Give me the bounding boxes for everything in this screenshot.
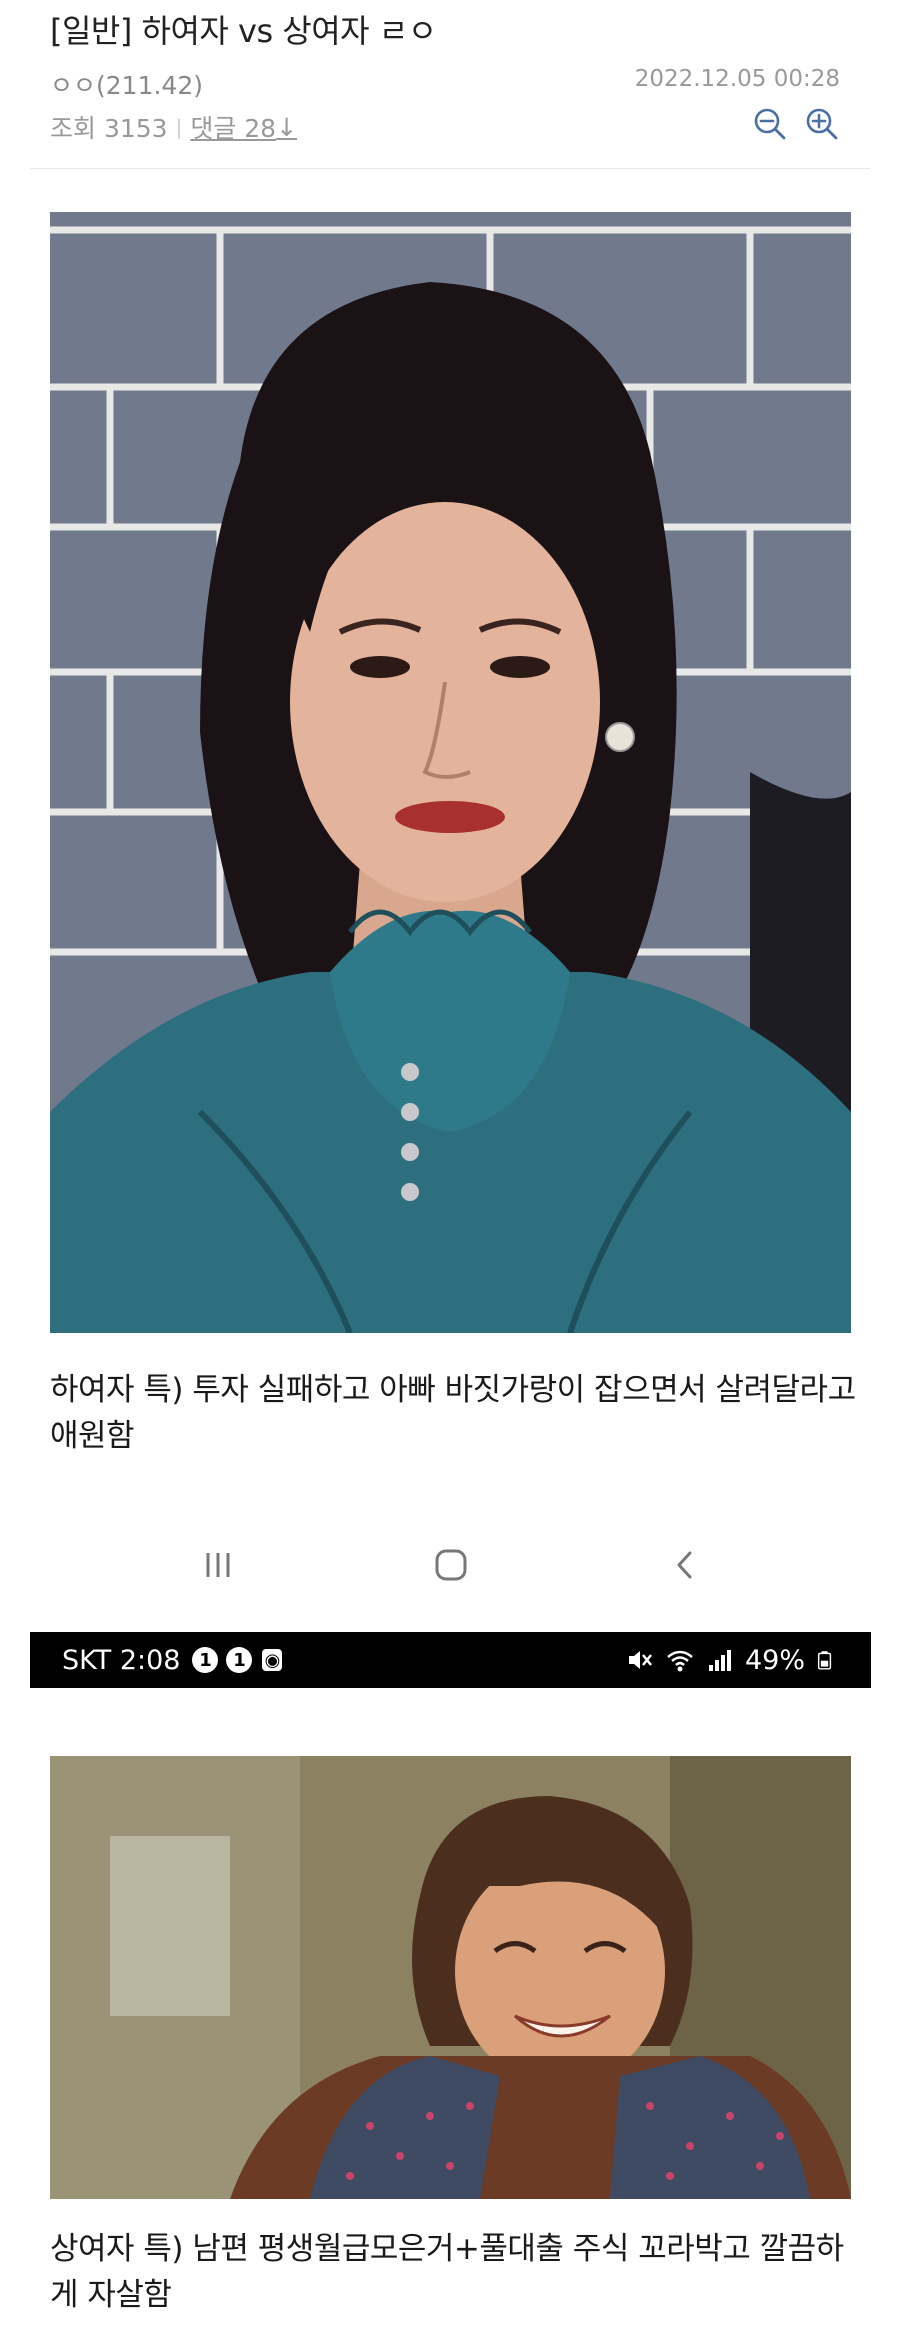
camera-notification-icon: ◉: [262, 1649, 283, 1671]
header-divider: [30, 168, 870, 169]
smiling-woman-image: [50, 1756, 851, 2199]
post-author[interactable]: ㅇㅇ(211.42): [50, 66, 203, 102]
arrow-down-icon: ↓: [276, 112, 298, 142]
zoom-out-icon: [754, 108, 786, 140]
notification-badge-icon: 1: [226, 1647, 253, 1673]
image-caption-2: 상여자 특) 남편 평생월급모은거+풀대출 주식 꼬라박고 깔끔하게 자살함: [50, 2231, 844, 2313]
post-title: [일반] 하여자 vs 상여자 ㄹㅇ: [50, 12, 437, 50]
back-icon: [677, 1551, 692, 1579]
zoom-in-icon: [806, 108, 838, 140]
woman-portrait-image: [50, 212, 851, 1333]
post-date: 2022.12.05 00:28: [634, 66, 840, 92]
recent-apps-icon: [206, 1553, 230, 1577]
post-image-1[interactable]: [50, 212, 851, 1333]
home-icon: [435, 1549, 467, 1581]
carrier-time: SKT 2:08: [62, 1644, 181, 1676]
recent-apps-button[interactable]: [188, 1540, 248, 1590]
notification-badge-icon: 1: [192, 1647, 219, 1673]
wifi-icon: [667, 1650, 693, 1672]
meta-separator: |: [175, 115, 183, 139]
zoom-in-button[interactable]: [802, 104, 842, 144]
mute-icon: [628, 1651, 652, 1669]
zoom-out-button[interactable]: [750, 104, 790, 144]
home-button[interactable]: [421, 1540, 481, 1590]
android-nav-bar: [0, 1530, 900, 1600]
signal-icon: [708, 1650, 731, 1671]
back-button[interactable]: [655, 1540, 715, 1590]
view-count: 조회 3153: [50, 114, 168, 143]
image-caption-1: 하여자 특) 투자 실패하고 아빠 바짓가랑이 잡으면서 살려달라고 애원함: [50, 1372, 856, 1454]
post-meta: 조회 3153 | 댓글 28 ↓: [50, 109, 297, 145]
battery-icon: [817, 1651, 832, 1670]
comments-link[interactable]: 댓글 28 ↓: [190, 109, 297, 145]
status-bar: SKT 2:08 1 1 ◉ 49%: [30, 1632, 871, 1688]
post-image-2[interactable]: [50, 1756, 851, 2199]
battery-percent: 49%: [744, 1644, 805, 1676]
comments-label: 댓글 28: [190, 114, 277, 143]
